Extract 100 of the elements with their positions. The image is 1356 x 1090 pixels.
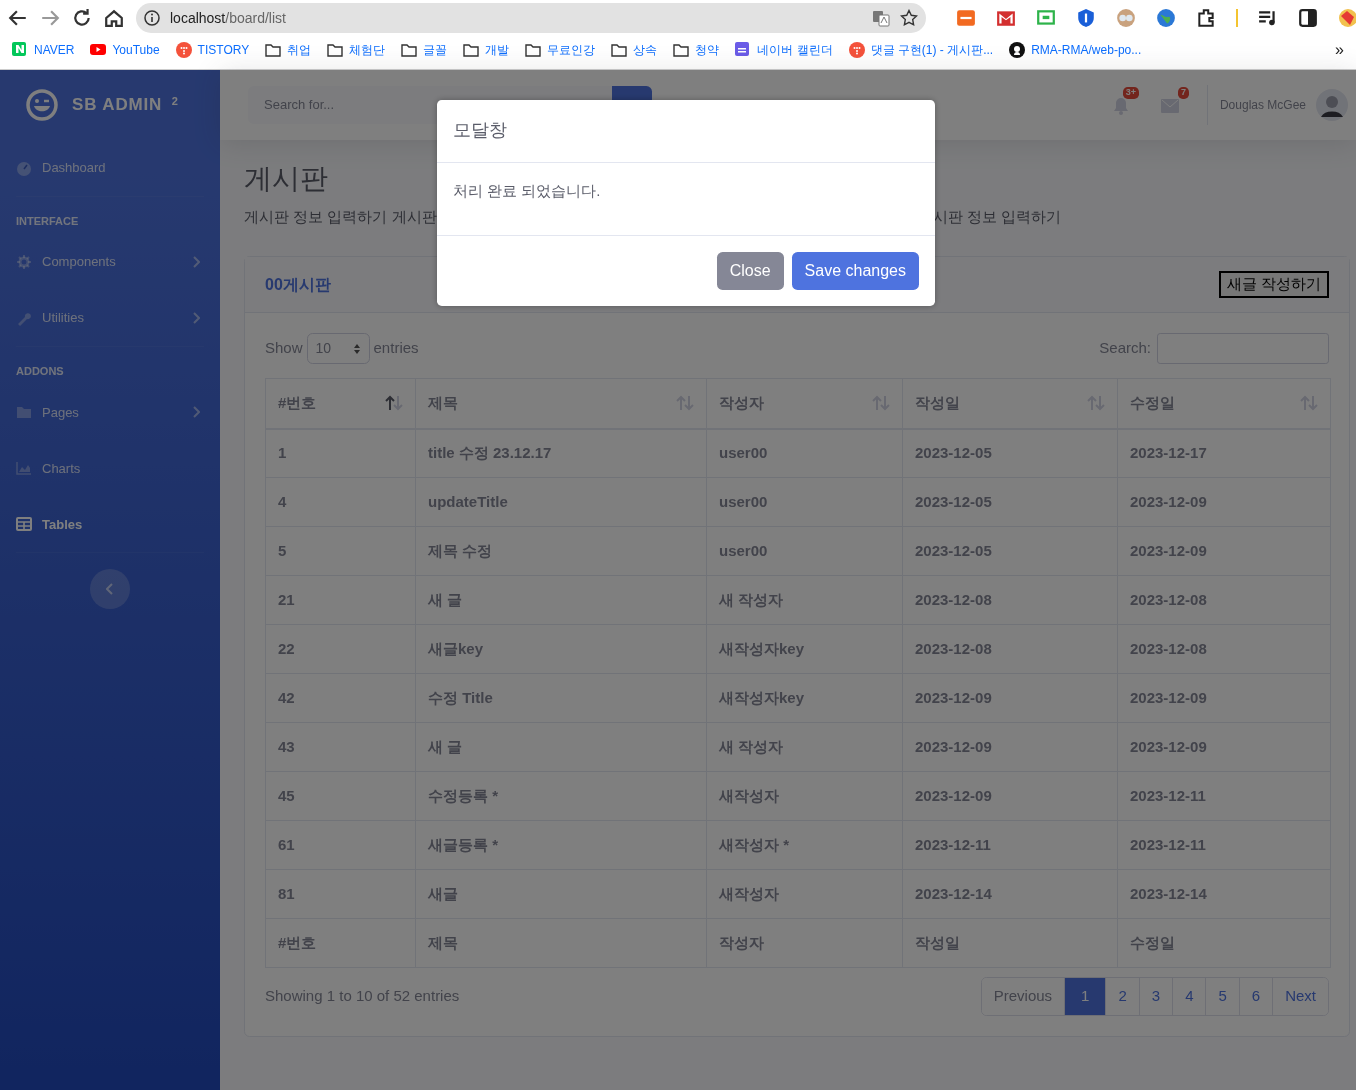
column-footer: #번호 (265, 918, 416, 968)
sidebar-icon[interactable] (1298, 8, 1318, 28)
folder-icon (401, 42, 418, 58)
sidebar-item[interactable]: Utilities (16, 290, 204, 347)
translate-icon[interactable] (872, 9, 890, 27)
sidebar-item[interactable]: Pages (16, 384, 204, 441)
table-cell: 1 (265, 428, 416, 478)
bookmark[interactable]: 청약 (667, 39, 726, 61)
table-cell: 새 작성자 (706, 575, 903, 625)
home-icon[interactable] (104, 8, 124, 28)
column-header[interactable]: 작성일 (902, 378, 1118, 429)
table-cell: 새작성자key (706, 624, 903, 674)
section-heading: ADDONS (16, 365, 64, 379)
github-icon (1009, 42, 1026, 58)
bookmark[interactable]: 글꼴 (395, 39, 454, 61)
globe-icon[interactable] (1156, 8, 1176, 28)
table-cell: 새 작성자 (706, 722, 903, 772)
shield-icon[interactable] (1076, 8, 1096, 28)
table-cell: 2023-12-05 (902, 477, 1118, 527)
table-cell: 2023-12-05 (902, 428, 1118, 478)
column-footer: 작성자 (706, 918, 903, 968)
sidebar-item[interactable]: Tables (16, 496, 204, 553)
profile-icon[interactable] (1338, 8, 1356, 28)
page-link[interactable]: 1 (1064, 978, 1106, 1016)
user-name[interactable]: Douglas McGee (1219, 96, 1306, 114)
brand-name[interactable]: SB ADMIN $^{2}$ (72, 92, 179, 118)
info-icon[interactable] (144, 10, 160, 26)
calendar-icon (735, 42, 752, 58)
bookmark[interactable]: 네이버 캘린더 (729, 39, 839, 61)
message-count: 7 (1177, 87, 1189, 99)
bookmark[interactable]: 댓글 구현(1) - 게시판... (842, 39, 1000, 61)
forward-icon[interactable] (40, 8, 60, 28)
table-cell: 2023-12-08 (1117, 575, 1331, 625)
naver-icon (12, 42, 28, 58)
table-cell: 새작성자key (706, 673, 903, 723)
sidebar-item[interactable]: Components (16, 234, 204, 291)
sort-caret-icon (352, 342, 361, 355)
play-icon (90, 42, 107, 58)
table-cell: 2023-12-14 (902, 869, 1118, 919)
table-cell: 2023-12-09 (1117, 477, 1331, 527)
table-cell: 5 (265, 526, 416, 576)
sidebar-item[interactable]: Dashboard (16, 140, 204, 196)
table-cell: 2023-12-11 (902, 820, 1118, 870)
reload-icon[interactable] (72, 8, 92, 28)
search-label: Search: (1099, 338, 1151, 359)
folder-icon (611, 42, 628, 58)
table-cell: 새작성자 (706, 771, 903, 821)
table-cell: 43 (265, 722, 416, 772)
table-cell: 2023-12-11 (1117, 820, 1331, 870)
star-icon[interactable] (900, 9, 918, 27)
table-cell: 2023-12-09 (902, 771, 1118, 821)
folder-icon (673, 42, 690, 58)
bell-icon[interactable] (1112, 96, 1129, 115)
table-cell: 2023-12-08 (902, 575, 1118, 625)
bookmarks-overflow-button[interactable]: » (1329, 38, 1350, 62)
folder-icon (463, 42, 480, 58)
table-cell: 새작성자 * (706, 820, 903, 870)
sidebar-item[interactable]: Charts (16, 440, 204, 497)
page-link[interactable]: Next (1272, 978, 1328, 1016)
bookmark[interactable]: 체험단 (321, 39, 392, 61)
table-cell: updateTitle (415, 477, 707, 527)
table-cell: 45 (265, 771, 416, 821)
table-cell: user00 (706, 526, 903, 576)
column-header[interactable]: 수정일 (1117, 378, 1331, 429)
column-footer: 작성일 (902, 918, 1118, 968)
table-cell: 2023-12-17 (1117, 428, 1331, 478)
table-cell: 새글key (415, 624, 707, 674)
column-header[interactable]: #번호 (265, 378, 416, 429)
bookmark[interactable]: NAVER (6, 39, 81, 61)
table-cell: 새글 (415, 869, 707, 919)
table-cell: 새 글 (415, 722, 707, 772)
close-button[interactable]: Close (716, 252, 784, 290)
bookmark[interactable]: YouTube (84, 39, 166, 61)
playlist-icon[interactable] (1258, 8, 1278, 28)
bookmark[interactable]: RMA-RMA/web-po... (1003, 39, 1148, 61)
screen-icon[interactable] (1036, 8, 1056, 28)
column-footer: 수정일 (1117, 918, 1331, 968)
table-cell: user00 (706, 477, 903, 527)
column-header[interactable]: 작성자 (706, 378, 903, 429)
puzzle-icon[interactable] (1196, 8, 1216, 28)
mail-icon[interactable] (996, 8, 1016, 28)
table-cell: 61 (265, 820, 416, 870)
table-cell: 2023-12-09 (1117, 673, 1331, 723)
column-footer: 제목 (415, 918, 707, 968)
bookmark[interactable]: 무료인강 (519, 39, 602, 61)
table-cell: user00 (706, 428, 903, 478)
column-header[interactable]: 제목 (415, 378, 707, 429)
new-post-button[interactable]: 새글 작성하기 (1218, 271, 1329, 298)
bookmark[interactable]: 상속 (605, 39, 664, 61)
save-button[interactable]: Save changes (791, 252, 919, 290)
page-title: 게시판 (244, 162, 328, 196)
avatar-icon[interactable] (1316, 89, 1348, 121)
back-icon[interactable] (8, 8, 28, 28)
bookmark[interactable]: 개발 (457, 39, 516, 61)
bookmark[interactable]: TISTORY (169, 39, 256, 61)
table-cell: 수정 Title (415, 673, 707, 723)
bookmark[interactable]: 취업 (259, 39, 318, 61)
table-cell: 22 (265, 624, 416, 674)
table-cell: 2023-12-14 (1117, 869, 1331, 919)
entries-select[interactable]: 10 (306, 333, 370, 365)
